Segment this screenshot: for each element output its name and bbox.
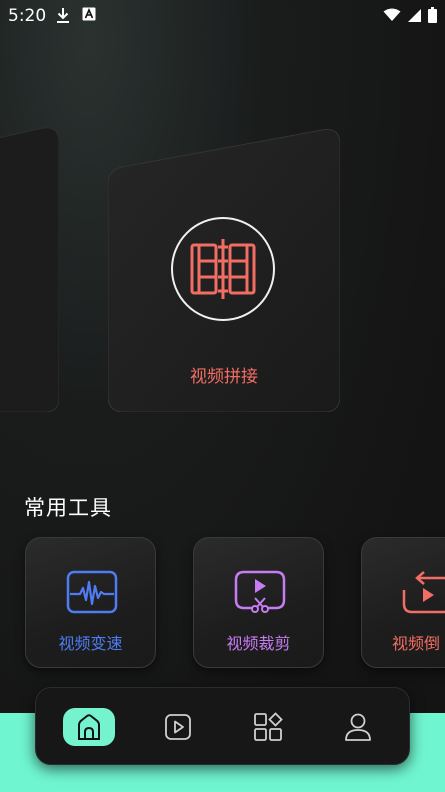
video-reverse-icon — [402, 571, 445, 614]
status-bar: 5:20 — [0, 0, 445, 32]
status-time: 5:20 — [8, 6, 47, 26]
tool-card-reverse[interactable]: 视频倒 — [361, 537, 445, 668]
apps-icon — [254, 712, 283, 741]
nav-apps[interactable] — [242, 708, 294, 746]
wifi-icon — [383, 8, 401, 21]
feature-icon-circle[interactable] — [171, 217, 275, 321]
home-icon — [78, 714, 100, 740]
section-title: 常用工具 — [24, 496, 112, 520]
tool-label: 视频倒 — [392, 634, 441, 653]
profile-icon — [345, 713, 371, 741]
feature-label: 视频拼接 — [190, 367, 258, 387]
video-cut-icon — [234, 570, 286, 613]
battery-icon — [428, 7, 437, 23]
carousel-card-previous[interactable] — [0, 126, 59, 412]
nav-video[interactable] — [152, 708, 204, 746]
tool-label: 视频变速 — [58, 634, 123, 653]
download-icon — [57, 8, 69, 23]
status-right-icons — [383, 7, 437, 23]
bottom-nav — [35, 687, 410, 765]
tool-card-speed[interactable]: 视频变速 — [25, 537, 156, 668]
film-splice-icon — [190, 239, 256, 299]
nav-home[interactable] — [63, 708, 115, 746]
tool-label: 视频裁剪 — [226, 634, 291, 653]
nav-profile[interactable] — [332, 708, 384, 746]
signal-icon — [408, 8, 421, 22]
status-left-icons — [56, 7, 96, 24]
a-badge-icon — [82, 7, 96, 21]
tool-card-cut[interactable]: 视频裁剪 — [193, 537, 324, 668]
waveform-icon — [66, 570, 118, 614]
play-icon — [165, 714, 191, 740]
